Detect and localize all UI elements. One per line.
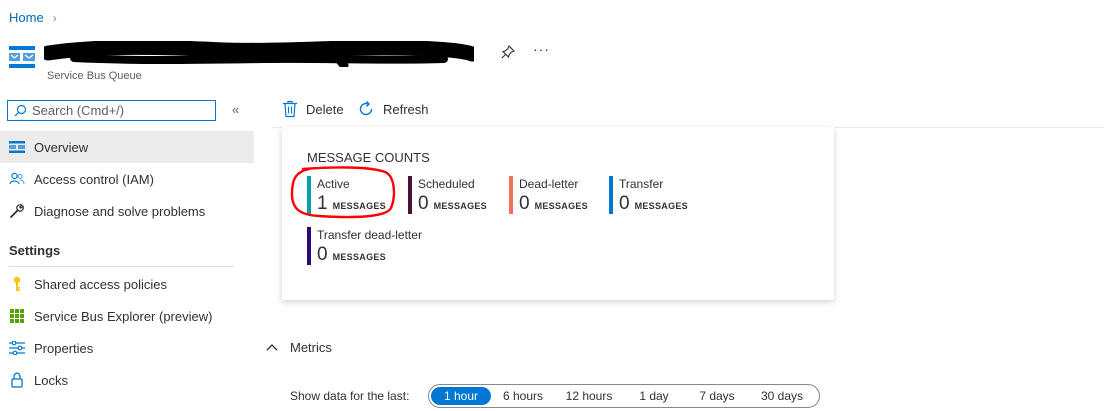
range-1-day[interactable]: 1 day — [623, 387, 685, 405]
search-icon — [14, 104, 27, 117]
settings-section-heading: Settings — [9, 243, 61, 258]
breadcrumb: Home › — [9, 10, 57, 25]
delete-button[interactable]: Delete — [282, 100, 344, 118]
sidebar-item-label: Properties — [34, 340, 94, 356]
delete-label: Delete — [306, 101, 344, 117]
sidebar-item-label: Shared access policies — [34, 276, 167, 292]
tile-label: Scheduled — [418, 177, 475, 191]
more-options-button[interactable]: ··· — [533, 41, 550, 57]
sidebar-item-label: Locks — [34, 372, 68, 388]
sidebar-item-diagnose[interactable]: Diagnose and solve problems — [0, 195, 254, 227]
sidebar-item-service-bus-explorer[interactable]: Service Bus Explorer (preview) — [0, 300, 254, 332]
sidebar-item-access-control[interactable]: Access control (IAM) — [0, 163, 254, 195]
range-30-days[interactable]: 30 days — [749, 387, 815, 405]
tile-label: Transfer dead-letter — [317, 228, 422, 242]
refresh-button[interactable]: Refresh — [357, 100, 429, 118]
sliders-icon — [9, 340, 25, 356]
sidebar-item-locks[interactable]: Locks — [0, 364, 254, 396]
pin-icon[interactable] — [500, 44, 516, 60]
section-divider — [9, 266, 234, 267]
tile-count: 0 — [418, 193, 429, 214]
people-icon — [9, 171, 25, 187]
chevron-up-icon[interactable] — [266, 342, 278, 352]
sidebar-item-shared-access-policies[interactable]: Shared access policies — [0, 268, 254, 300]
collapse-sidebar-button[interactable]: « — [232, 102, 239, 117]
wrench-icon — [9, 203, 25, 219]
trash-icon — [283, 100, 297, 118]
sidebar-item-label: Access control (IAM) — [34, 171, 154, 187]
search-input[interactable] — [32, 103, 202, 118]
range-7-days[interactable]: 7 days — [685, 387, 749, 405]
tile-count: 0 — [519, 193, 530, 214]
redacted-title — [44, 41, 474, 67]
tile-unit: MESSAGES — [534, 201, 588, 211]
tile-count: 0 — [619, 193, 630, 214]
tile-unit: MESSAGES — [332, 252, 386, 262]
tile-count: 0 — [317, 244, 328, 265]
red-circle-annotation — [290, 166, 396, 219]
time-range-selector[interactable]: 1 hour 6 hours 12 hours 1 day 7 days 30 … — [428, 384, 820, 408]
refresh-label: Refresh — [383, 101, 429, 117]
tile-label: Dead-letter — [519, 177, 579, 191]
refresh-icon — [359, 101, 373, 116]
key-icon — [9, 276, 25, 292]
resource-type-subtitle: Service Bus Queue — [47, 70, 142, 82]
metrics-section-toggle[interactable]: Metrics — [290, 340, 332, 355]
tile-unit: MESSAGES — [634, 201, 688, 211]
time-range-label: Show data for the last: — [290, 389, 410, 403]
range-1-hour[interactable]: 1 hour — [431, 387, 491, 405]
sidebar-item-overview[interactable]: Overview — [0, 131, 254, 163]
range-12-hours[interactable]: 12 hours — [555, 387, 623, 405]
breadcrumb-home-link[interactable]: Home — [9, 10, 44, 25]
breadcrumb-chevron-icon: › — [52, 10, 57, 25]
lock-icon — [9, 372, 25, 388]
sidebar-item-properties[interactable]: Properties — [0, 332, 254, 364]
sidebar-item-label: Service Bus Explorer (preview) — [34, 308, 213, 324]
sidebar-item-label: Diagnose and solve problems — [34, 203, 206, 219]
tile-unit: MESSAGES — [433, 201, 487, 211]
sidebar-item-label: Overview — [34, 139, 89, 155]
message-counts-title: MESSAGE COUNTS — [307, 150, 430, 165]
search-box[interactable] — [7, 100, 216, 121]
overview-icon — [9, 139, 25, 155]
service-bus-queue-icon — [9, 46, 35, 68]
tile-color-bar — [408, 176, 412, 214]
tile-color-bar — [609, 176, 613, 214]
tile-label: Transfer — [619, 177, 664, 191]
grid-icon — [9, 308, 25, 324]
tile-color-bar — [509, 176, 513, 214]
tile-color-bar — [307, 227, 311, 265]
range-6-hours[interactable]: 6 hours — [491, 387, 555, 405]
